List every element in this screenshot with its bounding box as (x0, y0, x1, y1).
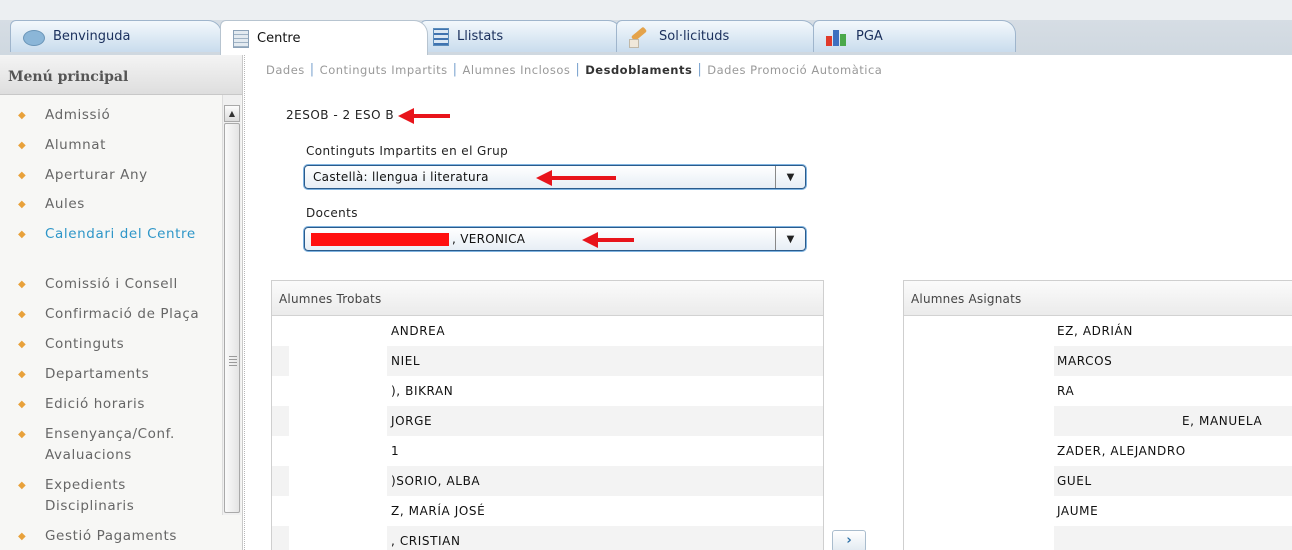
list-item[interactable]: )SORIO, ALBA (272, 466, 823, 496)
arrow-right-icon: ◆ (18, 199, 27, 210)
alumnes-trobats-panel: Alumnes Trobats ANDREA NIEL ), BIKRAN JO… (271, 280, 824, 550)
arrow-right-icon: ◆ (18, 399, 27, 410)
scrollbar-grip-icon (229, 356, 237, 366)
tab-label: Sol·licituds (659, 29, 730, 44)
menu-item-line2: Disciplinaris (45, 498, 135, 514)
list-item[interactable] (904, 526, 1292, 550)
menu-list: ◆ Admissió ◆ Alumnat ◆ Aperturar Any ◆ Aules… (0, 95, 222, 550)
list-item[interactable]: ZADER, ALEJANDRO (904, 436, 1292, 466)
menu-item-ensenyanca[interactable]: ◆ Ensenyança/Conf. Avaluacions (0, 424, 222, 466)
arrow-right-icon: ◆ (18, 170, 27, 181)
menu-item-admissio[interactable]: ◆ Admissió (0, 105, 222, 126)
list-item[interactable]: JAUME (904, 496, 1292, 526)
subnav-dades-promocio[interactable]: Dades Promoció Automàtica (707, 63, 882, 77)
chat-bubble-icon (23, 28, 45, 46)
list-item[interactable]: ANDREA (272, 316, 823, 346)
subnav-links: Dades | Continguts Impartits | Alumnes I… (266, 62, 882, 78)
redaction-bar (311, 233, 449, 246)
alumnes-asignats-list: EZ, ADRIÁN MARCOS RA E, MANUELA ZADER, A… (904, 316, 1292, 550)
menu-item-departaments[interactable]: ◆ Departaments (0, 364, 222, 385)
arrow-right-icon: ◆ (18, 369, 27, 380)
menu-item-aules[interactable]: ◆ Aules (0, 194, 222, 215)
menu-item-confirmacio[interactable]: ◆ Confirmació de Plaça (0, 304, 222, 325)
tab-label: Llistats (457, 29, 504, 44)
red-arrow-left-icon (582, 232, 634, 248)
menu-item-line1: Ensenyança/Conf. (45, 426, 175, 442)
tab-benvinguda[interactable]: Benvinguda (10, 20, 222, 52)
move-to-assigned-button[interactable]: › (832, 530, 866, 550)
arrow-right-icon: ◆ (18, 429, 27, 440)
grid-table-icon (233, 29, 249, 48)
docents-label: Docents (306, 206, 358, 220)
subnav-separator: | (309, 62, 315, 77)
list-item[interactable]: ), BIKRAN (272, 376, 823, 406)
main-content: Dades | Continguts Impartits | Alumnes I… (244, 55, 1292, 550)
menu-title: Menú principal (0, 55, 242, 95)
menu-item-expedients[interactable]: ◆ Expedients Disciplinaris (0, 475, 222, 517)
arrow-right-icon: ◆ (18, 229, 27, 240)
arrow-right-icon: ◆ (18, 140, 27, 151)
menu-item-alumnat[interactable]: ◆ Alumnat (0, 135, 222, 156)
list-item[interactable]: GUEL (904, 466, 1292, 496)
arrow-right-icon: ◆ (18, 279, 27, 290)
arrow-right-icon: ◆ (18, 110, 27, 121)
red-arrow-left-icon (398, 108, 450, 124)
docents-select[interactable]: , VERONICA ▼ (304, 227, 806, 251)
subnav-alumnes-inclosos[interactable]: Alumnes Inclosos (463, 63, 571, 77)
continguts-label: Continguts Impartits en el Grup (306, 144, 509, 158)
tab-llistats[interactable]: Llistats (420, 20, 622, 52)
tab-pga[interactable]: PGA (813, 20, 1016, 52)
list-item[interactable]: E, MANUELA (904, 406, 1292, 436)
subnav-dades[interactable]: Dades (266, 63, 305, 77)
tab-centre[interactable]: Centre (220, 20, 428, 56)
list-document-icon (433, 27, 449, 46)
top-tab-bar: Benvinguda Llistats Sol·licituds PGA Cen… (0, 0, 1292, 56)
list-item[interactable]: JORGE (272, 406, 823, 436)
subnav-separator: | (575, 62, 581, 77)
red-arrow-left-icon (536, 170, 616, 186)
menu-item-edicio-horaris[interactable]: ◆ Edició horaris (0, 394, 222, 415)
list-item[interactable]: NIEL (272, 346, 823, 376)
menu-scrollbar[interactable]: ▲ (222, 95, 241, 515)
menu-item-aperturar-any[interactable]: ◆ Aperturar Any (0, 165, 222, 186)
subnav-separator: | (697, 62, 703, 77)
list-item[interactable]: EZ, ADRIÁN (904, 316, 1292, 346)
menu-item-continguts[interactable]: ◆ Continguts (0, 334, 222, 355)
alumnes-asignats-title: Alumnes Asignats (904, 281, 1292, 316)
scroll-up-arrow-icon[interactable]: ▲ (224, 105, 240, 122)
group-label: 2ESOB - 2 ESO B (286, 108, 395, 122)
chevron-down-icon[interactable]: ▼ (775, 228, 805, 250)
menu-item-line2: Avaluacions (45, 447, 132, 463)
main-menu-sidebar: Menú principal ◆ Admissió ◆ Alumnat ◆ Apert… (0, 55, 243, 550)
pencil-icon (629, 28, 651, 48)
bar-chart-icon (826, 28, 848, 46)
alumnes-trobats-title: Alumnes Trobats (272, 281, 823, 316)
scrollbar-thumb[interactable] (224, 123, 240, 513)
arrow-right-icon: ◆ (18, 339, 27, 350)
arrow-right-icon: ◆ (18, 480, 27, 491)
tab-sollicituds[interactable]: Sol·licituds (616, 20, 816, 52)
menu-item-calendari[interactable]: ◆ Calendari del Centre (0, 224, 222, 245)
menu-item-gestio-pagaments[interactable]: ◆ Gestió Pagaments (0, 526, 222, 547)
menu-item-comissio[interactable]: ◆ Comissió i Consell (0, 274, 222, 295)
arrow-right-icon: ◆ (18, 309, 27, 320)
list-item[interactable]: MARCOS (904, 346, 1292, 376)
list-item[interactable]: Z, MARÍA JOSÉ (272, 496, 823, 526)
subnav-separator: | (452, 62, 458, 77)
subnav-continguts-impartits[interactable]: Continguts Impartits (320, 63, 448, 77)
arrow-right-icon: ◆ (18, 531, 27, 542)
list-item[interactable]: , CRISTIAN (272, 526, 823, 550)
alumnes-asignats-panel: Alumnes Asignats EZ, ADRIÁN MARCOS RA E,… (903, 280, 1292, 550)
list-item[interactable]: RA (904, 376, 1292, 406)
subnav-desdoblaments[interactable]: Desdoblaments (585, 63, 692, 77)
tab-label: Benvinguda (53, 29, 131, 44)
alumnes-trobats-list: ANDREA NIEL ), BIKRAN JORGE 1 )SORIO, AL… (272, 316, 823, 550)
chevron-down-icon[interactable]: ▼ (775, 166, 805, 188)
tab-label: PGA (856, 29, 883, 44)
menu-item-line1: Expedients (45, 477, 126, 493)
list-item[interactable]: 1 (272, 436, 823, 466)
tab-label: Centre (257, 31, 301, 46)
